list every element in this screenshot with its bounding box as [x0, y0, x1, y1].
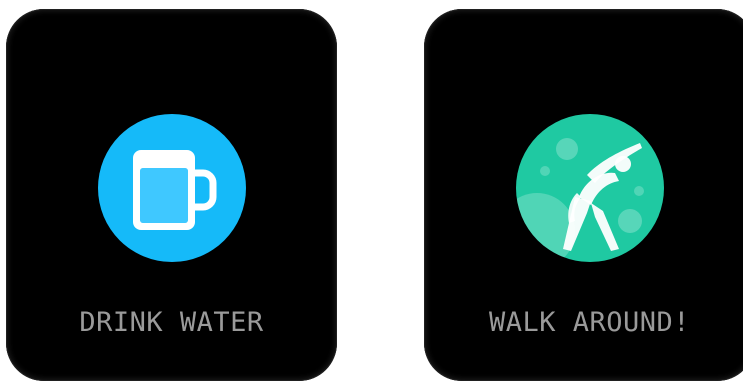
stretching-person-icon: [515, 113, 665, 263]
walk-around-reminder-screen[interactable]: WALK AROUND!: [424, 9, 743, 381]
reminder-label: DRINK WATER: [79, 307, 264, 338]
water-mug-icon: [97, 113, 247, 263]
drink-water-reminder-screen[interactable]: DRINK WATER: [6, 9, 337, 381]
reminder-label: WALK AROUND!: [488, 307, 691, 338]
